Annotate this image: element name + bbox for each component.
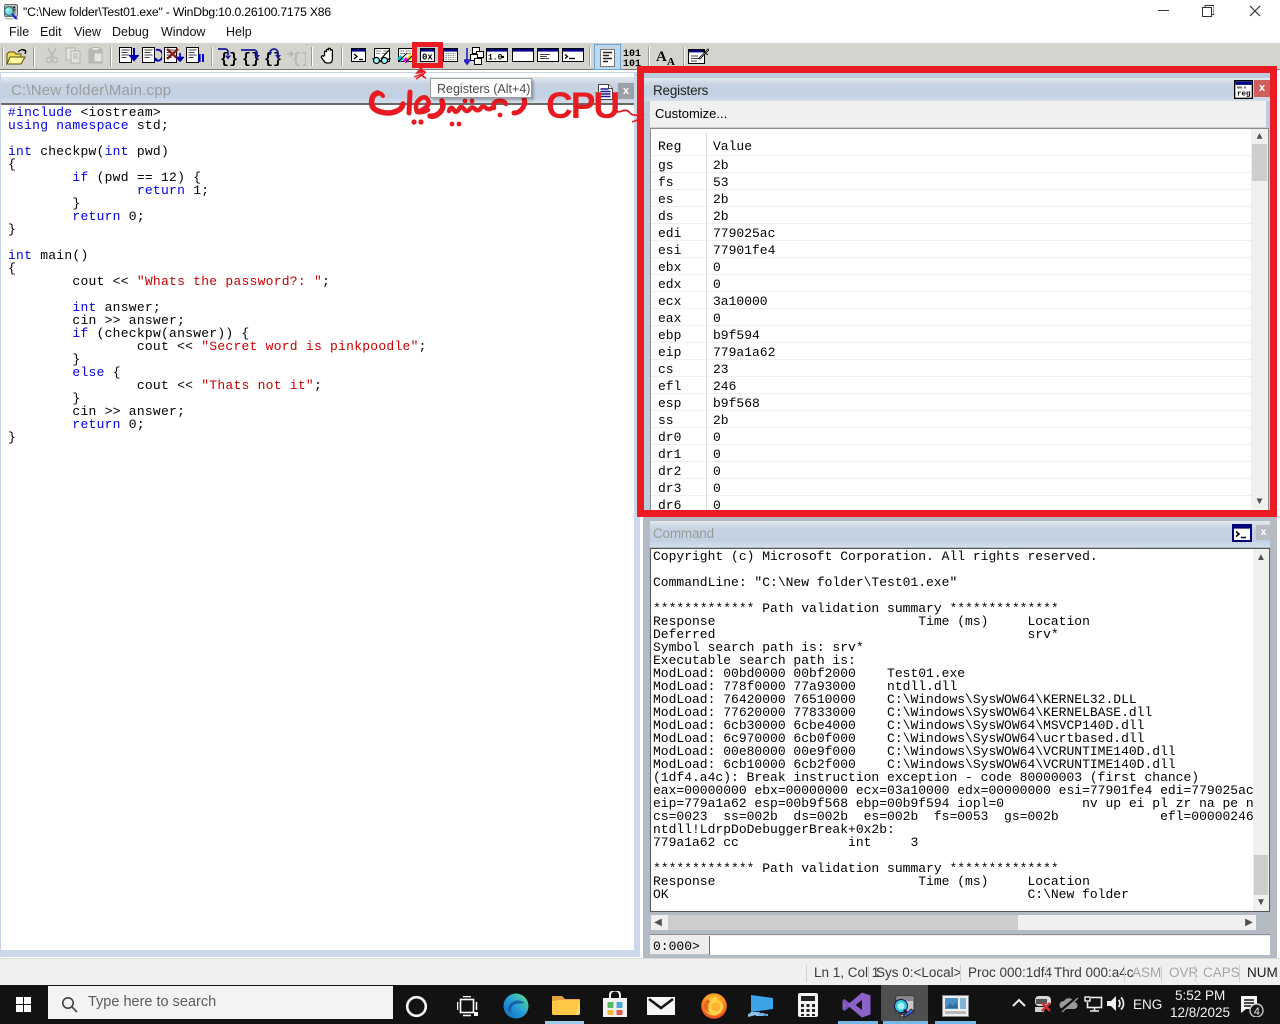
svg-text:4: 4 xyxy=(1254,1006,1260,1017)
svg-text:A: A xyxy=(656,49,667,65)
svg-text:{}: {} xyxy=(292,51,306,67)
svg-text:{}: {} xyxy=(264,51,282,67)
svg-text:{}: {} xyxy=(220,51,238,67)
svg-text:1.0: 1.0 xyxy=(488,54,503,63)
